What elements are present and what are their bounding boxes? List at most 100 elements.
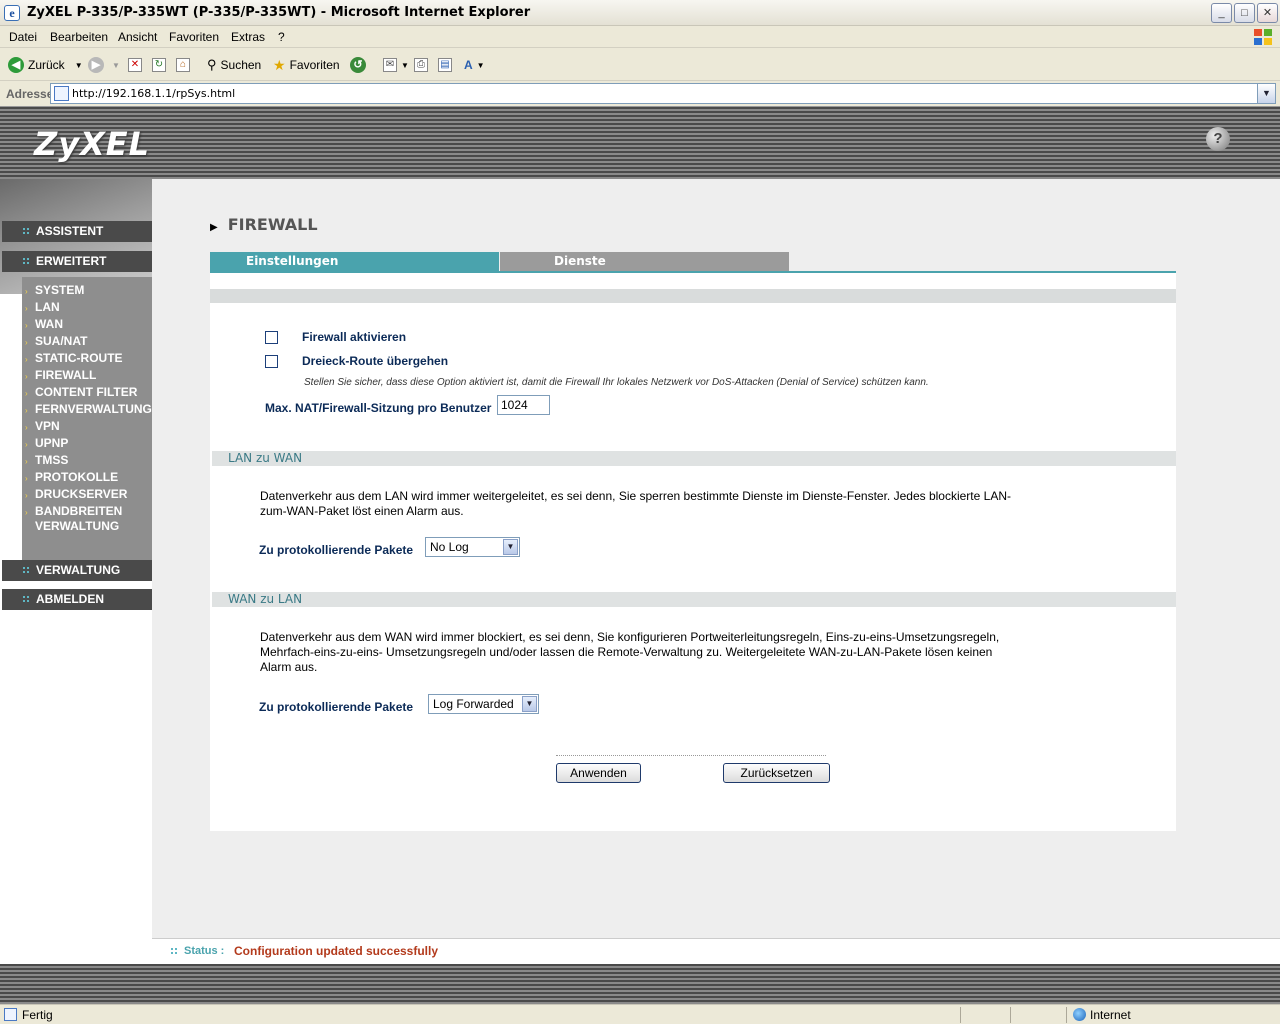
- sidebar-item-vpn[interactable]: VPN: [35, 419, 60, 434]
- lan-to-wan-log-select[interactable]: No Log ▼: [425, 537, 520, 557]
- messenger-button[interactable]: A ▼: [464, 56, 485, 74]
- tab-services[interactable]: Dienste: [500, 252, 789, 271]
- search-button[interactable]: ⚲ Suchen: [207, 56, 261, 74]
- history-button[interactable]: ↺: [350, 56, 366, 74]
- menu-ansicht[interactable]: Ansicht: [118, 30, 157, 44]
- sidebar-item-bandwidth[interactable]: BANDBREITEN: [35, 504, 122, 519]
- max-sessions-input[interactable]: 1024: [497, 395, 550, 415]
- security-zone: Internet: [1090, 1008, 1131, 1022]
- stop-button[interactable]: ✕: [128, 56, 142, 74]
- maximize-button[interactable]: □: [1234, 3, 1255, 23]
- sidebar-item-remote-management[interactable]: FERNVERWALTUNG: [35, 402, 152, 417]
- reset-button[interactable]: Zurücksetzen: [723, 763, 830, 783]
- lan-to-wan-log-value: No Log: [430, 540, 469, 554]
- page-title: ▶ FIREWALL: [210, 215, 318, 234]
- chevron-down-icon: ▼: [503, 539, 518, 555]
- refresh-button[interactable]: ↻: [152, 56, 166, 74]
- close-button[interactable]: ✕: [1257, 3, 1278, 23]
- lan-to-wan-desc-1: Datenverkehr aus dem LAN wird immer weit…: [260, 489, 1011, 503]
- arrow-icon: ›: [25, 440, 28, 449]
- arrow-icon: ›: [25, 389, 28, 398]
- chevron-down-icon: ▼: [401, 60, 409, 70]
- arrow-icon: ›: [25, 287, 28, 296]
- arrow-icon: ›: [25, 474, 28, 483]
- menu-bearbeiten[interactable]: Bearbeiten: [50, 30, 108, 44]
- sidebar-item-upnp[interactable]: UPNP: [35, 436, 68, 451]
- minimize-button[interactable]: _: [1211, 3, 1232, 23]
- sidebar-item-bandwidth-line2[interactable]: VERWALTUNG: [35, 519, 119, 534]
- settings-panel: Firewall aktivieren Dreieck-Route überge…: [210, 271, 1176, 831]
- wan-to-lan-log-select[interactable]: Log Forwarded ▼: [428, 694, 539, 714]
- bypass-triangle-route-label: Dreieck-Route übergehen: [302, 354, 449, 368]
- globe-icon: [1073, 1008, 1086, 1021]
- edit-button[interactable]: ▤: [438, 56, 452, 74]
- help-icon[interactable]: ?: [1206, 127, 1230, 151]
- windows-logo-icon: [1254, 29, 1272, 45]
- menu-extras[interactable]: Extras: [231, 30, 265, 44]
- advanced-submenu: › SYSTEM › LAN › WAN › SUA/NAT › STATIC-…: [22, 277, 152, 563]
- enable-firewall-checkbox[interactable]: [265, 331, 278, 344]
- mail-button[interactable]: ✉ ▼: [383, 56, 409, 74]
- sidebar-item-wan[interactable]: WAN: [35, 317, 63, 332]
- favorites-button[interactable]: ★ Favoriten: [273, 56, 340, 74]
- wan-to-lan-desc-2: Mehrfach-eins-zu-eins- Umsetzungsregeln …: [260, 645, 993, 659]
- wan-to-lan-desc-3: Alarm aus.: [260, 660, 318, 674]
- router-status-bar: Status : Configuration updated successfu…: [152, 938, 1280, 964]
- arrow-icon: ›: [25, 338, 28, 347]
- forward-button[interactable]: ▶ ▼: [88, 56, 120, 74]
- status-label: Status :: [184, 945, 225, 957]
- sidebar-item-lan[interactable]: LAN: [35, 300, 60, 315]
- chevron-down-icon: ▼: [476, 60, 485, 70]
- arrow-icon: ›: [25, 457, 28, 466]
- refresh-icon: ↻: [152, 58, 166, 72]
- toolbar: ◀ Zurück ▼ ▶ ▼ ✕ ↻ ⌂ ⚲ Suchen ★ Favorite…: [0, 49, 1280, 81]
- nav-advanced-label: ERWEITERT: [36, 254, 107, 268]
- page-icon: [54, 86, 69, 101]
- menu-datei[interactable]: Datei: [9, 30, 37, 44]
- sidebar-item-system[interactable]: SYSTEM: [35, 283, 84, 298]
- wan-to-lan-heading: WAN zu LAN: [212, 592, 1176, 607]
- sidebar-item-print-server[interactable]: DRUCKSERVER: [35, 487, 127, 502]
- home-button[interactable]: ⌂: [176, 56, 190, 74]
- ie-icon: e: [4, 5, 20, 21]
- sidebar-item-tmss[interactable]: TMSS: [35, 453, 68, 468]
- history-icon: ↺: [350, 57, 366, 73]
- nav-assistant[interactable]: ASSISTENT: [2, 221, 152, 242]
- address-dropdown-button[interactable]: ▼: [1257, 84, 1275, 103]
- browser-status-bar: Fertig Internet: [0, 1004, 1280, 1024]
- address-url: http://192.168.1.1/rpSys.html: [72, 87, 236, 100]
- mail-icon: ✉: [383, 58, 397, 72]
- nav-dots-icon: [22, 227, 31, 236]
- menu-favoriten[interactable]: Favoriten: [169, 30, 219, 44]
- arrow-icon: ›: [25, 406, 28, 415]
- dos-note: Stellen Sie sicher, dass diese Option ak…: [304, 377, 929, 388]
- nav-dots-icon: [22, 257, 31, 266]
- nav-advanced[interactable]: ERWEITERT: [2, 251, 152, 272]
- tab-settings[interactable]: Einstellungen: [210, 252, 499, 271]
- sidebar-item-static-route[interactable]: STATIC-ROUTE: [35, 351, 123, 366]
- menu-help[interactable]: ?: [278, 30, 285, 44]
- sidebar-item-sua-nat[interactable]: SUA/NAT: [35, 334, 87, 349]
- apply-button[interactable]: Anwenden: [556, 763, 641, 783]
- favorites-label: Favoriten: [289, 58, 340, 72]
- sidebar-item-logs[interactable]: PROTOKOLLE: [35, 470, 118, 485]
- arrow-icon: ›: [25, 372, 28, 381]
- sidebar-item-content-filter[interactable]: CONTENT FILTER: [35, 385, 137, 400]
- button-divider: [556, 755, 826, 756]
- panel-header-band: [210, 289, 1176, 303]
- nav-assistant-label: ASSISTENT: [36, 224, 104, 238]
- status-separator: [1010, 1007, 1011, 1023]
- arrow-icon: ›: [25, 423, 28, 432]
- print-button[interactable]: ⎙: [414, 56, 428, 74]
- back-button[interactable]: ◀ Zurück ▼: [8, 56, 83, 74]
- address-input[interactable]: http://192.168.1.1/rpSys.html ▼: [50, 83, 1276, 104]
- search-label: Suchen: [220, 58, 262, 72]
- nav-management[interactable]: VERWALTUNG: [2, 560, 152, 581]
- arrow-icon: ›: [25, 508, 28, 517]
- chevron-down-icon: ▼: [522, 696, 537, 712]
- nav-logout[interactable]: ABMELDEN: [2, 589, 152, 610]
- bypass-triangle-route-checkbox[interactable]: [265, 355, 278, 368]
- stop-icon: ✕: [128, 58, 142, 72]
- sidebar-item-firewall[interactable]: FIREWALL: [35, 368, 96, 383]
- arrow-icon: ›: [25, 355, 28, 364]
